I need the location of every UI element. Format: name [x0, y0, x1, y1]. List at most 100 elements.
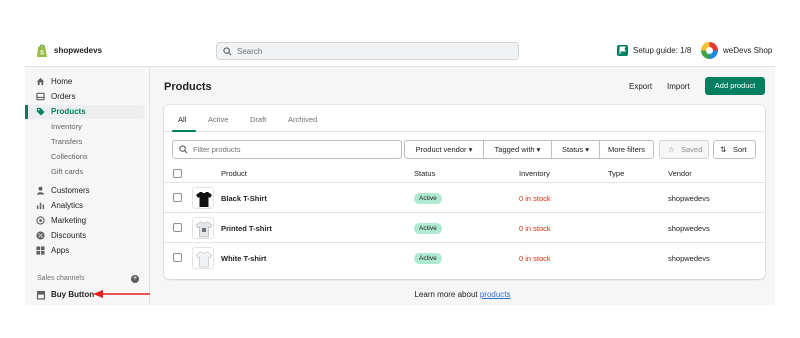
sidebar-item-products[interactable]: Products — [25, 105, 145, 119]
table-row[interactable]: White T-shirt Active 0 in stock shopwede… — [164, 243, 765, 273]
sidebar-item-label: Gift cards — [51, 167, 84, 176]
sidebar-item-label: Analytics — [51, 201, 84, 210]
sidebar-item-inventory[interactable]: Inventory — [25, 120, 150, 134]
filter-products-input[interactable]: Filter products — [172, 140, 402, 159]
sidebar-item-label: Products — [51, 107, 86, 116]
search-icon — [179, 145, 188, 154]
more-filters-button[interactable]: More filters — [599, 140, 654, 159]
status-label: Status — [561, 145, 584, 154]
sidebar-item-label: Home — [51, 77, 73, 86]
status-filter[interactable]: Status ▾ — [551, 140, 600, 159]
shopify-logo-icon[interactable]: S — [36, 44, 48, 58]
store-brand[interactable]: shopwedevs — [54, 46, 102, 55]
target-icon — [36, 216, 45, 225]
bar-chart-icon — [36, 202, 45, 210]
sort-button[interactable]: ⇅ Sort — [713, 140, 756, 159]
product-name[interactable]: Printed T-shirt — [221, 224, 272, 233]
chevron-down-icon: ▾ — [536, 145, 541, 154]
sidebar-item-customers[interactable]: Customers — [25, 184, 150, 198]
sidebar-item-transfers[interactable]: Transfers — [25, 135, 150, 149]
column-inventory[interactable]: Inventory — [519, 169, 550, 178]
row-checkbox[interactable] — [173, 193, 182, 202]
sidebar: Home Orders Products Inventory Transfers… — [25, 67, 150, 305]
sidebar-item-discounts[interactable]: Discounts — [25, 229, 150, 243]
sidebar-item-label: Orders — [51, 92, 76, 101]
sidebar-item-home[interactable]: Home — [25, 75, 150, 89]
search-placeholder: Search — [237, 47, 263, 56]
tab-active[interactable]: Active — [208, 115, 228, 124]
sidebar-item-label: Inventory — [51, 122, 82, 131]
flag-icon — [617, 45, 628, 56]
tab-draft[interactable]: Draft — [250, 115, 266, 124]
inventory-value: 0 in stock — [519, 254, 551, 263]
column-type[interactable]: Type — [608, 169, 624, 178]
vendor-value: shopwedevs — [668, 254, 710, 263]
product-name[interactable]: Black T-Shirt — [221, 194, 267, 203]
add-sales-channel-icon[interactable]: + — [131, 275, 139, 283]
sidebar-item-label: Discounts — [51, 231, 87, 240]
row-checkbox[interactable] — [173, 223, 182, 232]
chevron-down-icon: ▾ — [585, 145, 590, 154]
products-card: All Active Draft Archived Filter product… — [164, 105, 765, 279]
row-checkbox[interactable] — [173, 253, 182, 262]
sidebar-item-label: Collections — [51, 152, 88, 161]
learn-more-prefix: Learn more about — [414, 290, 480, 299]
star-icon: ☆ — [668, 145, 675, 154]
tab-archived[interactable]: Archived — [288, 115, 317, 124]
tab-bar: All Active Draft Archived — [164, 105, 765, 132]
product-thumbnail — [192, 187, 214, 209]
search-icon — [223, 47, 232, 56]
tshirt-icon — [195, 221, 213, 238]
learn-more-link[interactable]: products — [480, 290, 511, 299]
sort-icon: ⇅ — [720, 145, 727, 154]
sidebar-item-marketing[interactable]: Marketing — [25, 214, 150, 228]
store-name: weDevs Shop — [723, 46, 773, 55]
select-all-checkbox[interactable] — [173, 169, 182, 178]
chevron-down-icon: ▾ — [468, 145, 473, 154]
add-product-button[interactable]: Add product — [705, 77, 765, 95]
column-vendor[interactable]: Vendor — [668, 169, 692, 178]
tagged-with-label: Tagged with — [494, 145, 535, 154]
search-input[interactable]: Search — [216, 42, 519, 60]
sort-label: Sort — [733, 145, 747, 154]
tab-selected-indicator — [172, 130, 196, 132]
tagged-with-filter[interactable]: Tagged with ▾ — [483, 140, 552, 159]
product-vendor-filter[interactable]: Product vendor ▾ — [404, 140, 484, 159]
column-product[interactable]: Product — [221, 169, 247, 178]
buy-button-label: Buy Button — [51, 290, 95, 299]
sidebar-item-label: Marketing — [51, 216, 87, 225]
table-row[interactable]: Printed T-shirt Active 0 in stock shopwe… — [164, 213, 765, 243]
sidebar-item-label: Apps — [51, 246, 70, 255]
sidebar-item-collections[interactable]: Collections — [25, 150, 150, 164]
status-badge: Active — [414, 193, 442, 204]
sidebar-item-apps[interactable]: Apps — [25, 244, 150, 258]
tab-all[interactable]: All — [178, 115, 186, 124]
export-button[interactable]: Export — [629, 82, 652, 91]
saved-label: Saved — [681, 145, 703, 154]
discount-icon — [36, 231, 45, 240]
inventory-value: 0 in stock — [519, 224, 551, 233]
import-button[interactable]: Import — [667, 82, 690, 91]
sidebar-item-gift-cards[interactable]: Gift cards — [25, 165, 150, 179]
product-name[interactable]: White T-shirt — [221, 254, 266, 263]
tshirt-icon — [196, 192, 212, 207]
setup-guide-label: Setup guide: 1/8 — [633, 46, 692, 55]
saved-button[interactable]: ☆ Saved — [659, 140, 709, 159]
page-title: Products — [164, 81, 212, 93]
column-status[interactable]: Status — [414, 169, 435, 178]
storefront-icon — [36, 291, 46, 300]
product-thumbnail — [192, 247, 214, 269]
main-content: Products Export Import Add product All A… — [150, 67, 775, 305]
status-badge: Active — [414, 223, 442, 234]
store-avatar — [701, 42, 718, 59]
table-row[interactable]: Black T-Shirt Active 0 in stock shopwede… — [164, 183, 765, 213]
sales-channels-heading: Sales channels — [37, 275, 85, 282]
home-icon — [36, 77, 45, 86]
learn-more-text: Learn more about products — [150, 290, 775, 299]
vendor-value: shopwedevs — [668, 194, 710, 203]
tag-icon — [36, 107, 45, 116]
sidebar-item-orders[interactable]: Orders — [25, 90, 150, 104]
sidebar-item-label: Transfers — [51, 137, 83, 146]
orders-icon — [36, 92, 45, 101]
sidebar-item-analytics[interactable]: Analytics — [25, 199, 150, 213]
